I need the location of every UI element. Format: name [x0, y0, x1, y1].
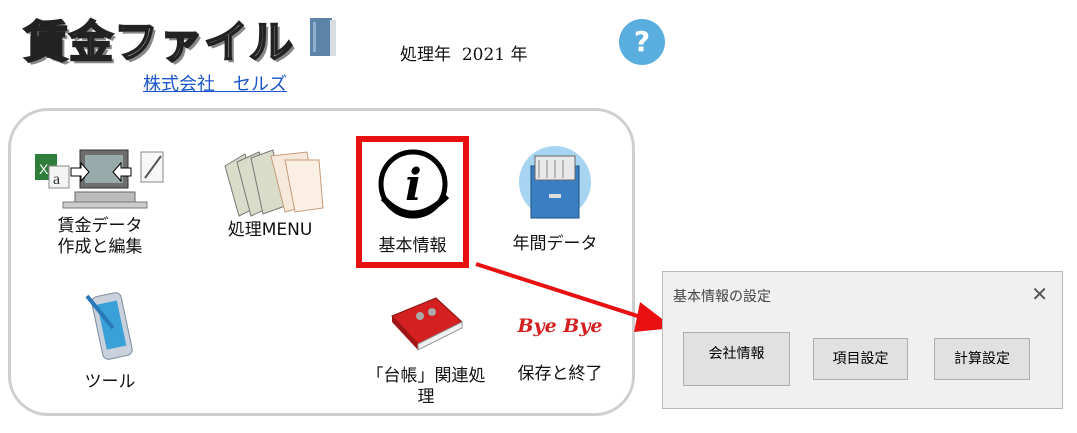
- menu-item-wage-data[interactable]: X a 賃金データ 作成と編集: [35, 148, 165, 258]
- menu-item-label: 年間データ: [512, 234, 598, 254]
- company-name-link[interactable]: 株式会社 セルズ: [143, 70, 287, 96]
- help-button[interactable]: ?: [619, 19, 665, 65]
- documents-icon: [224, 149, 324, 217]
- computer-transfer-icon: X a: [35, 149, 164, 209]
- dialog-title: 基本情報の設定: [673, 289, 771, 305]
- book-icon: [310, 18, 336, 56]
- svg-text:a: a: [53, 171, 60, 188]
- menu-item-label: ツール: [84, 372, 136, 392]
- menu-item-label: 処理MENU: [227, 220, 313, 240]
- info-icon: i: [378, 149, 449, 219]
- smartphone-icon: [85, 292, 133, 360]
- calc-settings-button[interactable]: 計算設定: [934, 338, 1030, 380]
- menu-item-label: 「台帳」関連処理: [366, 366, 486, 407]
- menu-item-label: 賃金データ: [57, 216, 143, 236]
- binder-icon: [391, 297, 463, 351]
- svg-text:X: X: [39, 161, 49, 177]
- menu-item-process-menu[interactable]: 処理MENU: [205, 146, 335, 241]
- menu-item-label: 保存と終了: [517, 364, 603, 384]
- item-settings-button[interactable]: 項目設定: [813, 338, 908, 380]
- company-info-button[interactable]: 会社情報: [683, 332, 790, 386]
- menu-item-label: 基本情報: [378, 236, 447, 256]
- menu-item-label: 作成と編集: [57, 237, 143, 257]
- pointer-arrow: [475, 262, 674, 332]
- svg-text:i: i: [405, 160, 422, 211]
- close-icon[interactable]: ✕: [1031, 282, 1048, 306]
- app-title: 賃金ファイル: [23, 16, 294, 69]
- processing-year: 処理年 2021 年: [400, 45, 528, 65]
- menu-item-tools[interactable]: ツール: [45, 288, 175, 393]
- menu-item-basic-info[interactable]: i 基本情報: [356, 136, 469, 268]
- file-cabinet-icon: [519, 146, 591, 219]
- menu-item-annual-data[interactable]: 年間データ: [490, 146, 620, 255]
